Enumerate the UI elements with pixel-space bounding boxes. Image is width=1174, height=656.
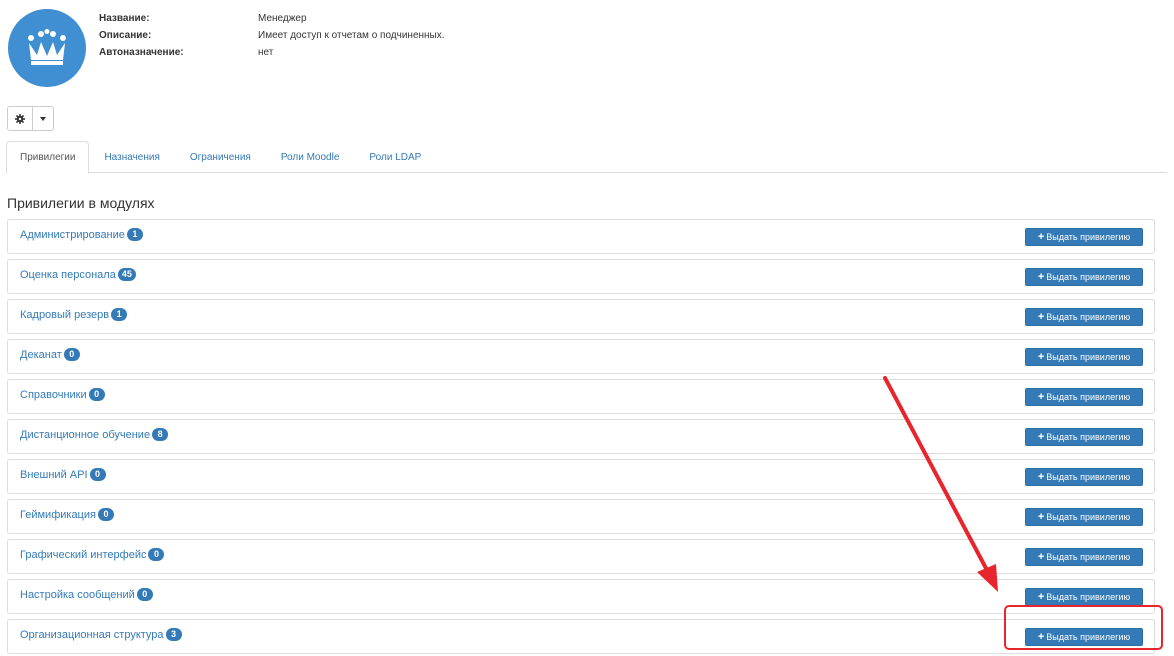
plus-icon: + <box>1037 591 1045 603</box>
role-name-value: Менеджер <box>258 13 307 24</box>
plus-icon: + <box>1037 431 1045 443</box>
role-autoassign-value: нет <box>258 47 274 58</box>
module-name: Геймификация <box>20 508 96 521</box>
module-name: Оценка персонала <box>20 268 116 281</box>
role-name-row: Название: Менеджер <box>99 10 445 27</box>
settings-button[interactable] <box>7 106 33 131</box>
module-link[interactable]: Деканат 0 <box>20 348 80 361</box>
grant-privilege-button[interactable]: + Выдать привилегию <box>1025 348 1143 366</box>
grant-privilege-button[interactable]: + Выдать привилегию <box>1025 468 1143 486</box>
grant-privilege-button[interactable]: + Выдать привилегию <box>1025 588 1143 606</box>
privilege-count-badge: 1 <box>126 228 143 241</box>
grant-privilege-button[interactable]: + Выдать привилегию <box>1025 228 1143 246</box>
module-name: Справочники <box>20 388 87 401</box>
module-link[interactable]: Оценка персонала 45 <box>20 268 136 281</box>
privilege-count-badge: 0 <box>89 468 106 481</box>
tab-restrictions[interactable]: Ограничения <box>175 141 266 173</box>
module-name: Деканат <box>20 348 62 361</box>
module-name: Администрирование <box>20 228 125 241</box>
plus-icon: + <box>1037 551 1045 563</box>
module-name: Кадровый резерв <box>20 308 110 321</box>
privilege-count-badge: 3 <box>165 628 182 641</box>
module-name: Настройка сообщений <box>20 588 135 601</box>
module-link[interactable]: Дистанционное обучение 8 <box>20 428 169 441</box>
module-panel: Графический интерфейс 0 + Выдать привилегию <box>7 539 1155 574</box>
tab-moodle-roles[interactable]: Роли Moodle <box>266 141 355 173</box>
grant-privilege-label: Выдать привилегию <box>1046 432 1131 442</box>
module-link[interactable]: Геймификация 0 <box>20 508 114 521</box>
role-autoassign-label: Автоназначение: <box>99 47 184 58</box>
module-link[interactable]: Администрирование 1 <box>20 228 143 241</box>
plus-icon: + <box>1037 351 1045 363</box>
plus-icon: + <box>1037 231 1045 243</box>
grant-privilege-label: Выдать привилегию <box>1046 552 1131 562</box>
privilege-count-badge: 1 <box>111 308 128 321</box>
module-panel: Настройка сообщений 0 + Выдать привилегию <box>7 579 1155 614</box>
grant-privilege-button[interactable]: + Выдать привилегию <box>1025 268 1143 286</box>
grant-privilege-label: Выдать привилегию <box>1046 472 1131 482</box>
grant-privilege-label: Выдать привилегию <box>1046 312 1131 322</box>
grant-privilege-label: Выдать привилегию <box>1046 512 1131 522</box>
module-panel: Кадровый резерв 1 + Выдать привилегию <box>7 299 1155 334</box>
privilege-count-badge: 0 <box>97 508 114 521</box>
module-panel: Оценка персонала 45 + Выдать привилегию <box>7 259 1155 294</box>
module-panel: Внешний API 0 + Выдать привилегию <box>7 459 1155 494</box>
gear-icon <box>15 113 25 124</box>
role-description-row: Описание: Имеет доступ к отчетам о подчи… <box>99 27 445 44</box>
module-name: Организационная структура <box>20 628 164 641</box>
plus-icon: + <box>1037 471 1045 483</box>
settings-caret-button[interactable] <box>33 106 54 131</box>
plus-icon: + <box>1037 391 1045 403</box>
privilege-count-badge: 45 <box>117 268 136 281</box>
module-panel: Деканат 0 + Выдать привилегию <box>7 339 1155 374</box>
caret-down-icon <box>40 116 46 121</box>
module-panel: Администрирование 1 + Выдать привилегию <box>7 219 1155 254</box>
module-name: Внешний API <box>20 468 88 481</box>
module-link[interactable]: Графический интерфейс 0 <box>20 548 165 561</box>
module-link[interactable]: Внешний API 0 <box>20 468 106 481</box>
role-description-label: Описание: <box>99 30 152 41</box>
module-name: Дистанционное обучение <box>20 428 151 441</box>
module-link[interactable]: Справочники 0 <box>20 388 105 401</box>
privilege-count-badge: 0 <box>88 388 105 401</box>
role-autoassign-row: Автоназначение: нет <box>99 44 445 61</box>
grant-privilege-button[interactable]: + Выдать привилегию <box>1025 508 1143 526</box>
module-name: Графический интерфейс <box>20 548 147 561</box>
annotation-highlight-box <box>1004 605 1163 650</box>
module-link[interactable]: Настройка сообщений 0 <box>20 588 153 601</box>
grant-privilege-button[interactable]: + Выдать привилегию <box>1025 388 1143 406</box>
grant-privilege-label: Выдать привилегию <box>1046 272 1131 282</box>
tab-bar: Привилегии Назначения Ограничения Роли M… <box>6 141 1167 174</box>
module-panel: Справочники 0 + Выдать привилегию <box>7 379 1155 414</box>
grant-privilege-label: Выдать привилегию <box>1046 232 1131 242</box>
crown-icon <box>28 29 66 65</box>
grant-privilege-button[interactable]: + Выдать привилегию <box>1025 548 1143 566</box>
tab-ldap-roles[interactable]: Роли LDAP <box>354 141 436 173</box>
privilege-count-badge: 0 <box>63 348 80 361</box>
module-link[interactable]: Организационная структура 3 <box>20 628 182 641</box>
grant-privilege-label: Выдать привилегию <box>1046 592 1131 602</box>
plus-icon: + <box>1037 311 1045 323</box>
tab-assignments[interactable]: Назначения <box>89 141 174 173</box>
role-info: Название: Менеджер Описание: Имеет досту… <box>99 10 445 61</box>
tab-privileges[interactable]: Привилегии <box>6 141 90 174</box>
plus-icon: + <box>1037 511 1045 523</box>
section-title: Привилегии в модулях <box>7 195 155 211</box>
role-name-label: Название: <box>99 13 150 24</box>
role-description-value: Имеет доступ к отчетам о подчиненных. <box>258 30 445 41</box>
privilege-count-badge: 0 <box>136 588 153 601</box>
grant-privilege-label: Выдать привилегию <box>1046 352 1131 362</box>
grant-privilege-button[interactable]: + Выдать привилегию <box>1025 428 1143 446</box>
module-panel: Дистанционное обучение 8 + Выдать привилеги… <box>7 419 1155 454</box>
module-panel: Организационная структура 3 + Выдать привил… <box>7 619 1155 654</box>
grant-privilege-label: Выдать привилегию <box>1046 392 1131 402</box>
role-avatar <box>8 9 86 87</box>
privilege-count-badge: 8 <box>152 428 169 441</box>
settings-dropdown <box>7 106 54 131</box>
module-link[interactable]: Кадровый резерв 1 <box>20 308 128 321</box>
grant-privilege-button[interactable]: + Выдать привилегию <box>1025 308 1143 326</box>
privilege-count-badge: 0 <box>148 548 165 561</box>
module-panel: Геймификация 0 + Выдать привилегию <box>7 499 1155 534</box>
plus-icon: + <box>1037 271 1045 283</box>
